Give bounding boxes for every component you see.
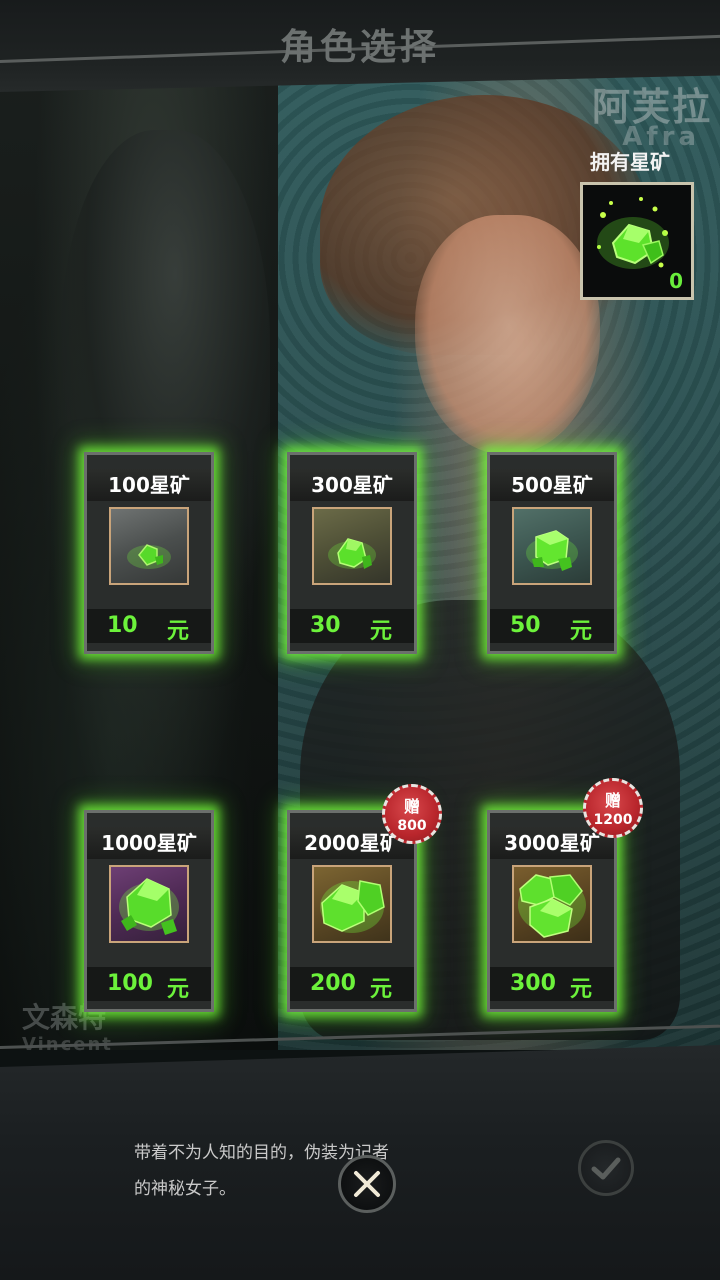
owned-ore-count: 0 (669, 269, 683, 293)
green-ore-icon (526, 530, 578, 571)
product-currency: 元 (570, 977, 593, 1002)
product-currency: 元 (167, 619, 190, 644)
product-currency: 元 (370, 619, 393, 644)
product-price-bar: 10 元 (87, 609, 211, 644)
gift-amount: 800 (397, 818, 427, 834)
product-card-1000[interactable]: 1000星矿 100 元 (84, 810, 214, 1012)
product-title: 100星矿 (87, 469, 211, 501)
product-price-bar: 100 元 (87, 967, 211, 1002)
product-title: 1000星矿 (87, 827, 211, 859)
product-currency: 元 (370, 977, 393, 1002)
gift-label: 赠 (604, 791, 621, 810)
product-price: 100 (107, 971, 153, 996)
green-ore-icon (127, 544, 171, 569)
product-price-bar: 200 元 (290, 967, 414, 1002)
product-image (312, 865, 392, 943)
product-price: 30 (310, 613, 341, 638)
product-price: 200 (310, 971, 356, 996)
product-image (109, 507, 189, 585)
close-button[interactable] (338, 1155, 396, 1213)
page-title: 角色选择 (279, 27, 440, 68)
owned-ore-label: 拥有星矿 (590, 150, 670, 174)
product-image (109, 865, 189, 943)
character-description-line2: 的神秘女子。 (134, 1179, 236, 1199)
product-image (512, 865, 592, 943)
product-currency: 元 (570, 619, 593, 644)
product-card-300[interactable]: 300星矿 30 元 (287, 452, 417, 654)
check-icon (591, 1157, 621, 1180)
product-price-bar: 30 元 (290, 609, 414, 644)
gift-amount: 1200 (593, 812, 633, 828)
product-title: 500星矿 (490, 469, 614, 501)
green-ore-icon (320, 880, 385, 933)
product-price-bar: 300 元 (490, 967, 614, 1002)
product-price: 10 (107, 613, 138, 638)
gift-label: 赠 (403, 797, 420, 816)
product-price: 300 (510, 971, 556, 996)
product-price: 50 (510, 613, 541, 638)
green-ore-icon (119, 878, 179, 935)
product-image (512, 507, 592, 585)
afra-face (415, 215, 600, 455)
product-title: 300星矿 (290, 469, 414, 501)
close-icon (354, 1171, 380, 1197)
product-card-500[interactable]: 500星矿 50 元 (487, 452, 617, 654)
product-price-bar: 50 元 (490, 609, 614, 644)
gift-badge-800: 赠 800 (382, 784, 442, 844)
owned-ore-box: 0 (580, 182, 694, 300)
product-card-3000[interactable]: 3000星矿 300 元 (487, 810, 617, 1012)
confirm-button[interactable] (578, 1140, 634, 1196)
product-currency: 元 (167, 977, 190, 1002)
green-ore-icon (328, 538, 376, 569)
product-card-100[interactable]: 100星矿 10 元 (84, 452, 214, 654)
product-image (312, 507, 392, 585)
gift-badge-1200: 赠 1200 (583, 778, 643, 838)
green-ore-icon (518, 874, 586, 938)
